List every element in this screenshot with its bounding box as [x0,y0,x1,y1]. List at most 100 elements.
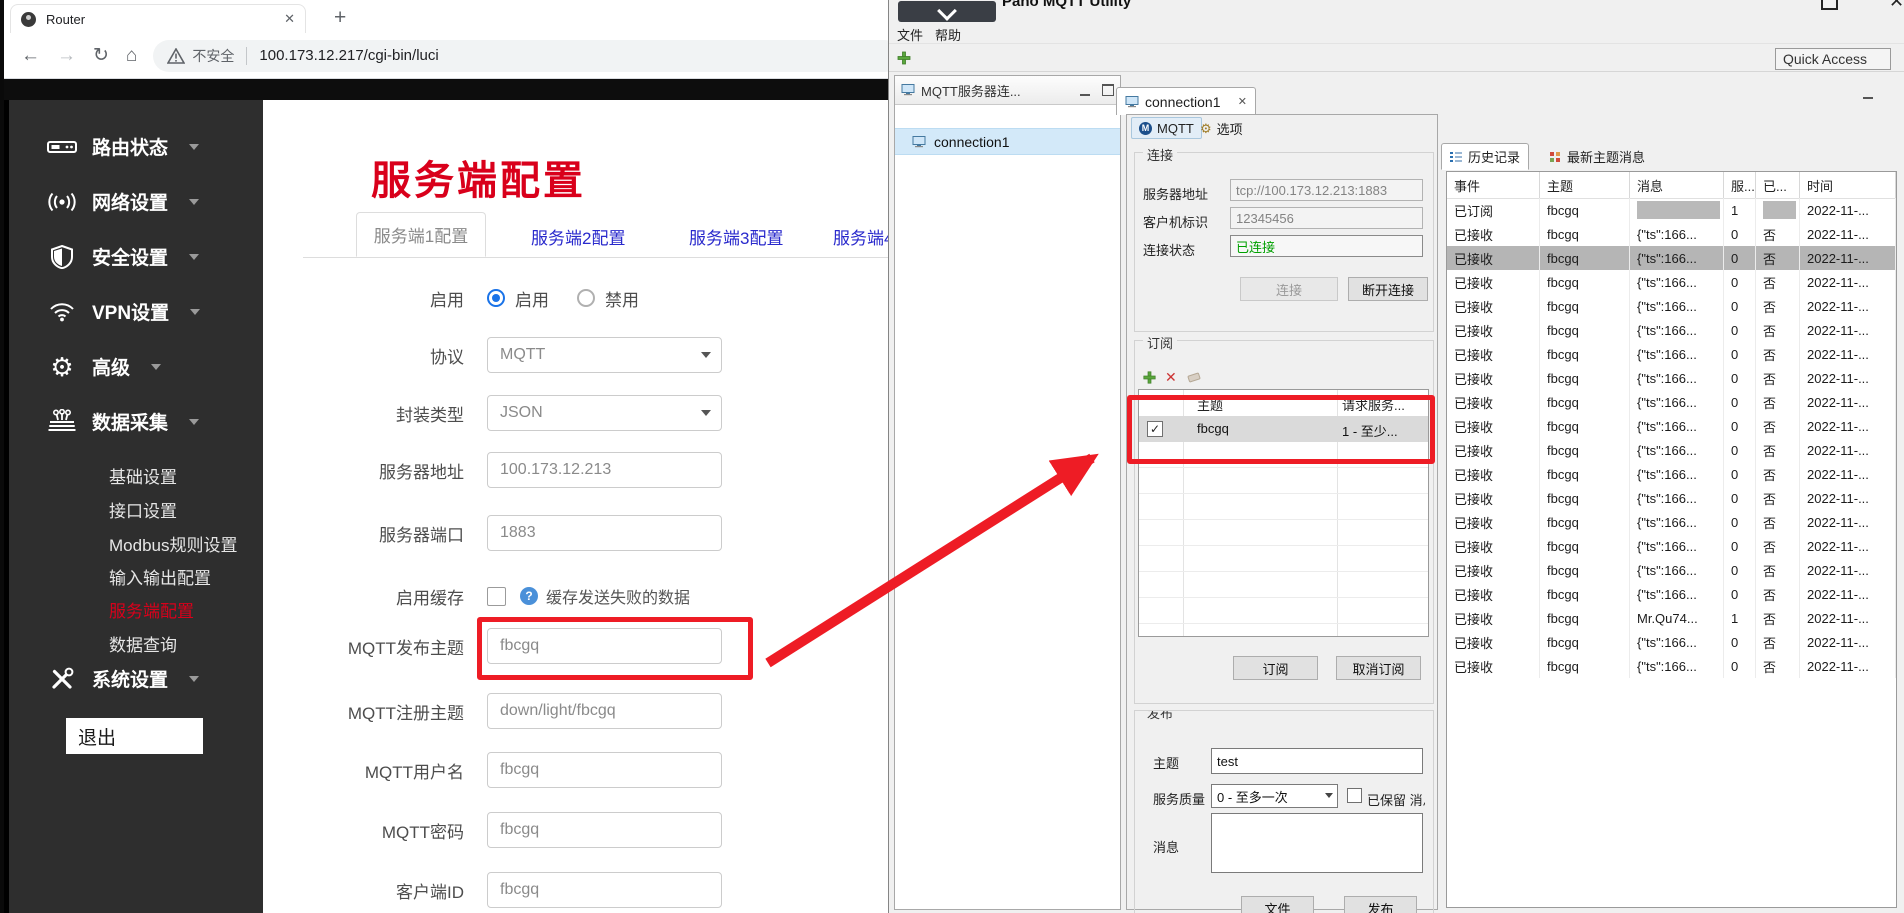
tab-history[interactable]: 历史记录 [1441,143,1529,170]
history-row[interactable]: 已接收fbcgq{"ts":166...0否2022-11-... [1447,270,1896,294]
sidebar-item-router-status[interactable]: 路由状态 [47,133,199,160]
history-row[interactable]: 已接收fbcgq{"ts":166...0否2022-11-... [1447,438,1896,462]
sidebar-subitem-data-query[interactable]: 数据查询 [109,631,177,656]
history-row[interactable]: 已接收fbcgqMr.Qu74...1否2022-11-... [1447,606,1896,630]
history-list-icon [1450,151,1462,163]
router-page: 路由状态 网络设置 安全设置 VPN设置 [4,100,908,913]
encap-select[interactable]: JSON [487,395,722,431]
history-col-header[interactable]: 事件 [1447,172,1540,198]
protocol-select[interactable]: MQTT [487,337,722,373]
subscribe-group-title: 订阅 [1143,333,1177,352]
sidebar-item-security[interactable]: 安全设置 [47,243,199,270]
history-col-header[interactable]: 消息 [1630,172,1724,198]
history-col-header[interactable]: 时间 [1800,172,1896,198]
history-row[interactable]: 已接收fbcgq{"ts":166...0否2022-11-... [1447,486,1896,510]
connect-button[interactable]: 连接 [1240,277,1338,301]
history-row[interactable]: 已接收fbcgq{"ts":166...0否2022-11-... [1447,366,1896,390]
history-row[interactable]: 已接收fbcgq{"ts":166...0否2022-11-... [1447,390,1896,414]
new-tab-button[interactable]: + [334,6,346,30]
address-bar[interactable]: 不安全 100.173.12.217/cgi-bin/luci [153,40,900,72]
menu-help[interactable]: 帮助 [935,25,961,44]
subtab-mqtt[interactable]: M MQTT [1131,117,1202,139]
publish-message-textarea[interactable] [1211,813,1423,873]
retained-checkbox[interactable] [1347,788,1362,803]
remove-subscription-icon[interactable]: ✕ [1165,369,1177,386]
sidebar-subitem-basic[interactable]: 基础设置 [109,463,177,488]
history-col-header[interactable]: 已... [1756,172,1800,198]
sidebar-item-vpn[interactable]: VPN设置 [47,298,200,325]
history-col-header[interactable]: 主题 [1540,172,1630,198]
unsubscribe-button[interactable]: 取消订阅 [1336,656,1421,680]
client-id-input[interactable]: fbcgq [487,872,722,908]
history-row[interactable]: 已接收fbcgq{"ts":166...0否2022-11-... [1447,582,1896,606]
reg-topic-input[interactable]: down/light/fbcgq [487,693,722,729]
connection-list-item[interactable]: connection1 [895,128,1120,155]
subscribe-button[interactable]: 订阅 [1233,656,1318,680]
history-col-header[interactable]: 服... [1724,172,1756,198]
password-input[interactable]: fbcgq [487,812,722,848]
sidebar-item-advanced[interactable]: ⚙ 高级 [47,353,161,380]
publish-qos-select[interactable]: 0 - 至多一次 [1211,784,1338,808]
subscription-row[interactable]: ✓ fbcgq 1 - 至少... [1139,416,1428,442]
minimize-view-icon[interactable] [1863,88,1873,99]
tab-server1[interactable]: 服务端1配置 [356,212,486,257]
sidebar-item-data-collect[interactable]: 数据采集 [47,408,199,435]
sidebar-subitem-modbus[interactable]: Modbus规则设置 [109,531,237,556]
disconnect-button[interactable]: 断开连接 [1348,277,1428,301]
history-row[interactable]: 已订阅fbcgq12022-11-... [1447,198,1896,222]
add-subscription-icon[interactable] [1143,371,1156,384]
enable-radio-off[interactable] [577,289,595,307]
tab-latest-messages[interactable]: 最新主题消息 [1541,143,1653,170]
history-row[interactable]: 已接收fbcgq{"ts":166...0否2022-11-... [1447,654,1896,678]
history-row[interactable]: 已接收fbcgq{"ts":166...0否2022-11-... [1447,318,1896,342]
history-row[interactable]: 已接收fbcgq{"ts":166...0否2022-11-... [1447,462,1896,486]
history-row[interactable]: 已接收fbcgq{"ts":166...0否2022-11-... [1447,534,1896,558]
tab-server3[interactable]: 服务端3配置 [689,224,783,249]
menu-file[interactable]: 文件 [897,25,923,44]
history-row[interactable]: 已接收fbcgq{"ts":166...0否2022-11-... [1447,558,1896,582]
back-icon[interactable]: ← [21,45,40,67]
publish-topic-input[interactable]: test [1211,748,1423,774]
history-row[interactable]: 已接收fbcgq{"ts":166...0否2022-11-... [1447,342,1896,366]
history-row[interactable]: 已接收fbcgq{"ts":166...0否2022-11-... [1447,294,1896,318]
minimize-view-icon[interactable] [1080,85,1090,96]
home-icon[interactable]: ⌂ [126,45,137,67]
server-port-input[interactable]: 1883 [487,515,722,551]
subtab-options[interactable]: ⚙ 选项 [1193,117,1250,139]
cache-row: 启用缓存 ? 缓存发送失败的数据 [263,578,690,614]
publish-button[interactable]: 发布 [1344,896,1417,913]
maximize-view-icon[interactable] [1102,84,1114,96]
browser-url-bar: ← → ↻ ⌂ 不安全 100.173.12.217/cgi-bin/luci [4,33,908,79]
subscription-checkbox[interactable]: ✓ [1147,421,1163,437]
editor-tab-connection1[interactable]: connection1 ✕ [1116,87,1256,115]
clear-eraser-icon[interactable] [1187,371,1202,384]
sidebar-subitem-server-config[interactable]: 服务端配置 [109,597,194,622]
quick-access-box[interactable]: Quick Access [1775,48,1891,70]
close-tab-icon[interactable]: ✕ [1238,95,1247,108]
enable-radio-on[interactable] [487,289,505,307]
history-row[interactable]: 已接收fbcgq{"ts":166...0否2022-11-... [1447,630,1896,654]
sidebar-subitem-io[interactable]: 输入输出配置 [109,564,211,589]
browser-tab[interactable]: Router ✕ [10,4,306,33]
file-button[interactable]: 文件 [1241,896,1314,913]
forward-icon[interactable]: → [57,45,76,67]
history-row[interactable]: 已接收fbcgq{"ts":166...0否2022-11-... [1447,246,1896,270]
pub-topic-input[interactable]: fbcgq [487,628,722,664]
sidebar-subitem-interface[interactable]: 接口设置 [109,497,177,522]
history-row[interactable]: 已接收fbcgq{"ts":166...0否2022-11-... [1447,510,1896,534]
add-connection-icon[interactable] [897,51,911,65]
gear-icon: ⚙ [1200,122,1212,135]
close-icon[interactable]: ✕ [1889,0,1904,12]
logout-button[interactable]: 退出 [66,718,203,754]
cache-checkbox[interactable] [487,587,506,606]
server-addr-input[interactable]: 100.173.12.213 [487,452,722,488]
history-row[interactable]: 已接收fbcgq{"ts":166...0否2022-11-... [1447,222,1896,246]
username-input[interactable]: fbcgq [487,752,722,788]
tab-close-icon[interactable]: ✕ [284,11,295,27]
reload-icon[interactable]: ↻ [93,44,109,67]
history-row[interactable]: 已接收fbcgq{"ts":166...0否2022-11-... [1447,414,1896,438]
maximize-icon[interactable] [1821,0,1838,10]
tab-server2[interactable]: 服务端2配置 [531,224,625,249]
sidebar-item-system[interactable]: 系统设置 [47,665,199,692]
sidebar-item-network[interactable]: 网络设置 [47,188,199,215]
